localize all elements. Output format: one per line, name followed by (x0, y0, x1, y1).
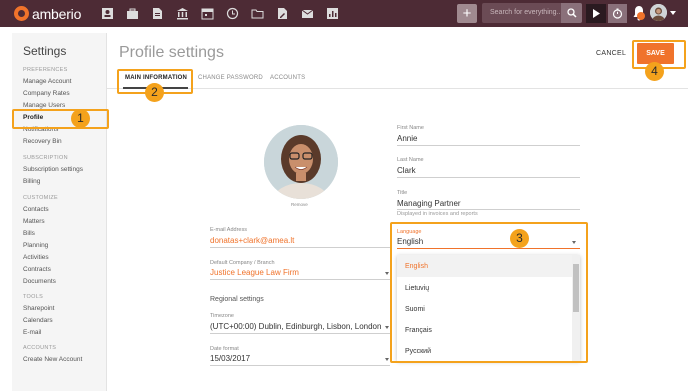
callout-3: 3 (510, 229, 529, 248)
timezone-underline (210, 333, 390, 334)
history-icon[interactable] (224, 5, 240, 21)
sidebar-item-matters[interactable]: Matters (23, 218, 45, 225)
last-name-field[interactable]: Clark (397, 166, 416, 175)
sidebar-item-contacts[interactable]: Contacts (23, 206, 49, 213)
folder-icon[interactable] (249, 5, 265, 21)
timezone-dropdown-icon[interactable] (385, 326, 389, 329)
user-menu-caret-icon[interactable] (670, 11, 676, 15)
sidebar-item-billing[interactable]: Billing (23, 178, 40, 185)
briefcase-icon[interactable] (124, 5, 140, 21)
timezone-label: Timezone (210, 313, 234, 319)
highlight-language (390, 222, 588, 363)
sidebar-item-contracts[interactable]: Contracts (23, 266, 51, 273)
module-nav-icons (99, 5, 340, 21)
stopwatch-icon (612, 8, 623, 19)
cancel-button[interactable]: CANCEL (596, 50, 626, 57)
report-icon[interactable] (324, 5, 340, 21)
remove-photo-link[interactable]: Remove (291, 202, 308, 207)
document-icon[interactable] (149, 5, 165, 21)
title-label: Title (397, 190, 408, 196)
profile-photo[interactable] (264, 125, 338, 199)
sidebar-section-accounts: ACCOUNTS (23, 345, 57, 351)
tab-change-password[interactable]: CHANGE PASSWORD (198, 75, 263, 81)
sidebar-section-preferences: PREFERENCES (23, 67, 68, 73)
date-format-underline (210, 365, 390, 366)
sidebar-item-calendars[interactable]: Calendars (23, 317, 53, 324)
company-underline (210, 279, 390, 280)
sidebar-item-company-rates[interactable]: Company Rates (23, 90, 70, 97)
sidebar-item-create-new-account[interactable]: Create New Account (23, 356, 82, 363)
timer-button[interactable] (608, 4, 627, 23)
email-label: E-mail Address (210, 227, 247, 233)
notification-badge (637, 12, 645, 20)
play-icon (593, 9, 600, 18)
timezone-select[interactable]: (UTC+00:00) Dublin, Edinburgh, Lisbon, L… (210, 322, 381, 331)
sidebar-item-activities[interactable]: Activities (23, 254, 49, 261)
first-name-underline (397, 145, 580, 146)
mail-icon[interactable] (299, 5, 315, 21)
sidebar-item-manage-users[interactable]: Manage Users (23, 102, 65, 109)
contacts-icon[interactable] (99, 5, 115, 21)
email-underline (210, 247, 390, 248)
email-field[interactable]: donatas+clark@amea.lt (210, 236, 294, 245)
start-timer-button[interactable] (586, 4, 606, 23)
app-logo[interactable]: amberio (14, 5, 82, 22)
add-new-button[interactable]: + (457, 4, 477, 23)
callout-1: 1 (71, 109, 90, 128)
page-title: Profile settings (119, 44, 224, 61)
bank-icon[interactable] (174, 5, 190, 21)
sidebar-item-recovery-bin[interactable]: Recovery Bin (23, 138, 62, 145)
company-dropdown-icon[interactable] (385, 272, 389, 275)
date-format-label: Date format (210, 346, 239, 352)
sidebar-section-tools: TOOLS (23, 294, 44, 300)
app-name: amberio (32, 5, 82, 22)
top-navigation-bar: amberio + Search for everything... (0, 0, 688, 27)
user-avatar[interactable] (650, 4, 667, 21)
regional-settings-heading: Regional settings (210, 296, 264, 303)
calendar-icon[interactable] (199, 5, 215, 21)
date-format-select[interactable]: 15/03/2017 (210, 354, 250, 363)
sidebar-section-subscription: SUBSCRIPTION (23, 155, 68, 161)
last-name-underline (397, 177, 580, 178)
title-underline (397, 209, 580, 210)
tabs-divider (107, 88, 688, 89)
search-icon (566, 8, 577, 18)
settings-sidebar: Settings PREFERENCES Manage Account Comp… (12, 33, 107, 391)
last-name-label: Last Name (397, 157, 424, 163)
sidebar-item-email[interactable]: E-mail (23, 329, 41, 336)
tab-accounts[interactable]: ACCOUNTS (270, 75, 305, 81)
sidebar-item-planning[interactable]: Planning (23, 242, 48, 249)
company-label: Default Company / Branch (210, 260, 275, 266)
sidebar-item-documents[interactable]: Documents (23, 278, 56, 285)
first-name-field[interactable]: Annie (397, 134, 417, 143)
sidebar-item-subscription-settings[interactable]: Subscription settings (23, 166, 83, 173)
file-edit-icon[interactable] (274, 5, 290, 21)
callout-4: 4 (645, 62, 664, 81)
sidebar-section-customize: CUSTOMIZE (23, 195, 58, 201)
first-name-label: First Name (397, 125, 424, 131)
amberio-logo-icon (14, 6, 29, 21)
date-format-dropdown-icon[interactable] (385, 358, 389, 361)
sidebar-title: Settings (23, 44, 67, 58)
callout-2: 2 (145, 83, 164, 102)
sidebar-item-manage-account[interactable]: Manage Account (23, 78, 71, 85)
search-button[interactable] (561, 3, 582, 23)
title-helper-text: Displayed in invoices and reports (397, 211, 478, 217)
sidebar-item-bills[interactable]: Bills (23, 230, 35, 237)
sidebar-item-sharepoint[interactable]: Sharepoint (23, 305, 54, 312)
company-select[interactable]: Justice League Law Firm (210, 268, 299, 277)
highlight-profile (12, 109, 109, 129)
title-field[interactable]: Managing Partner (397, 199, 461, 208)
